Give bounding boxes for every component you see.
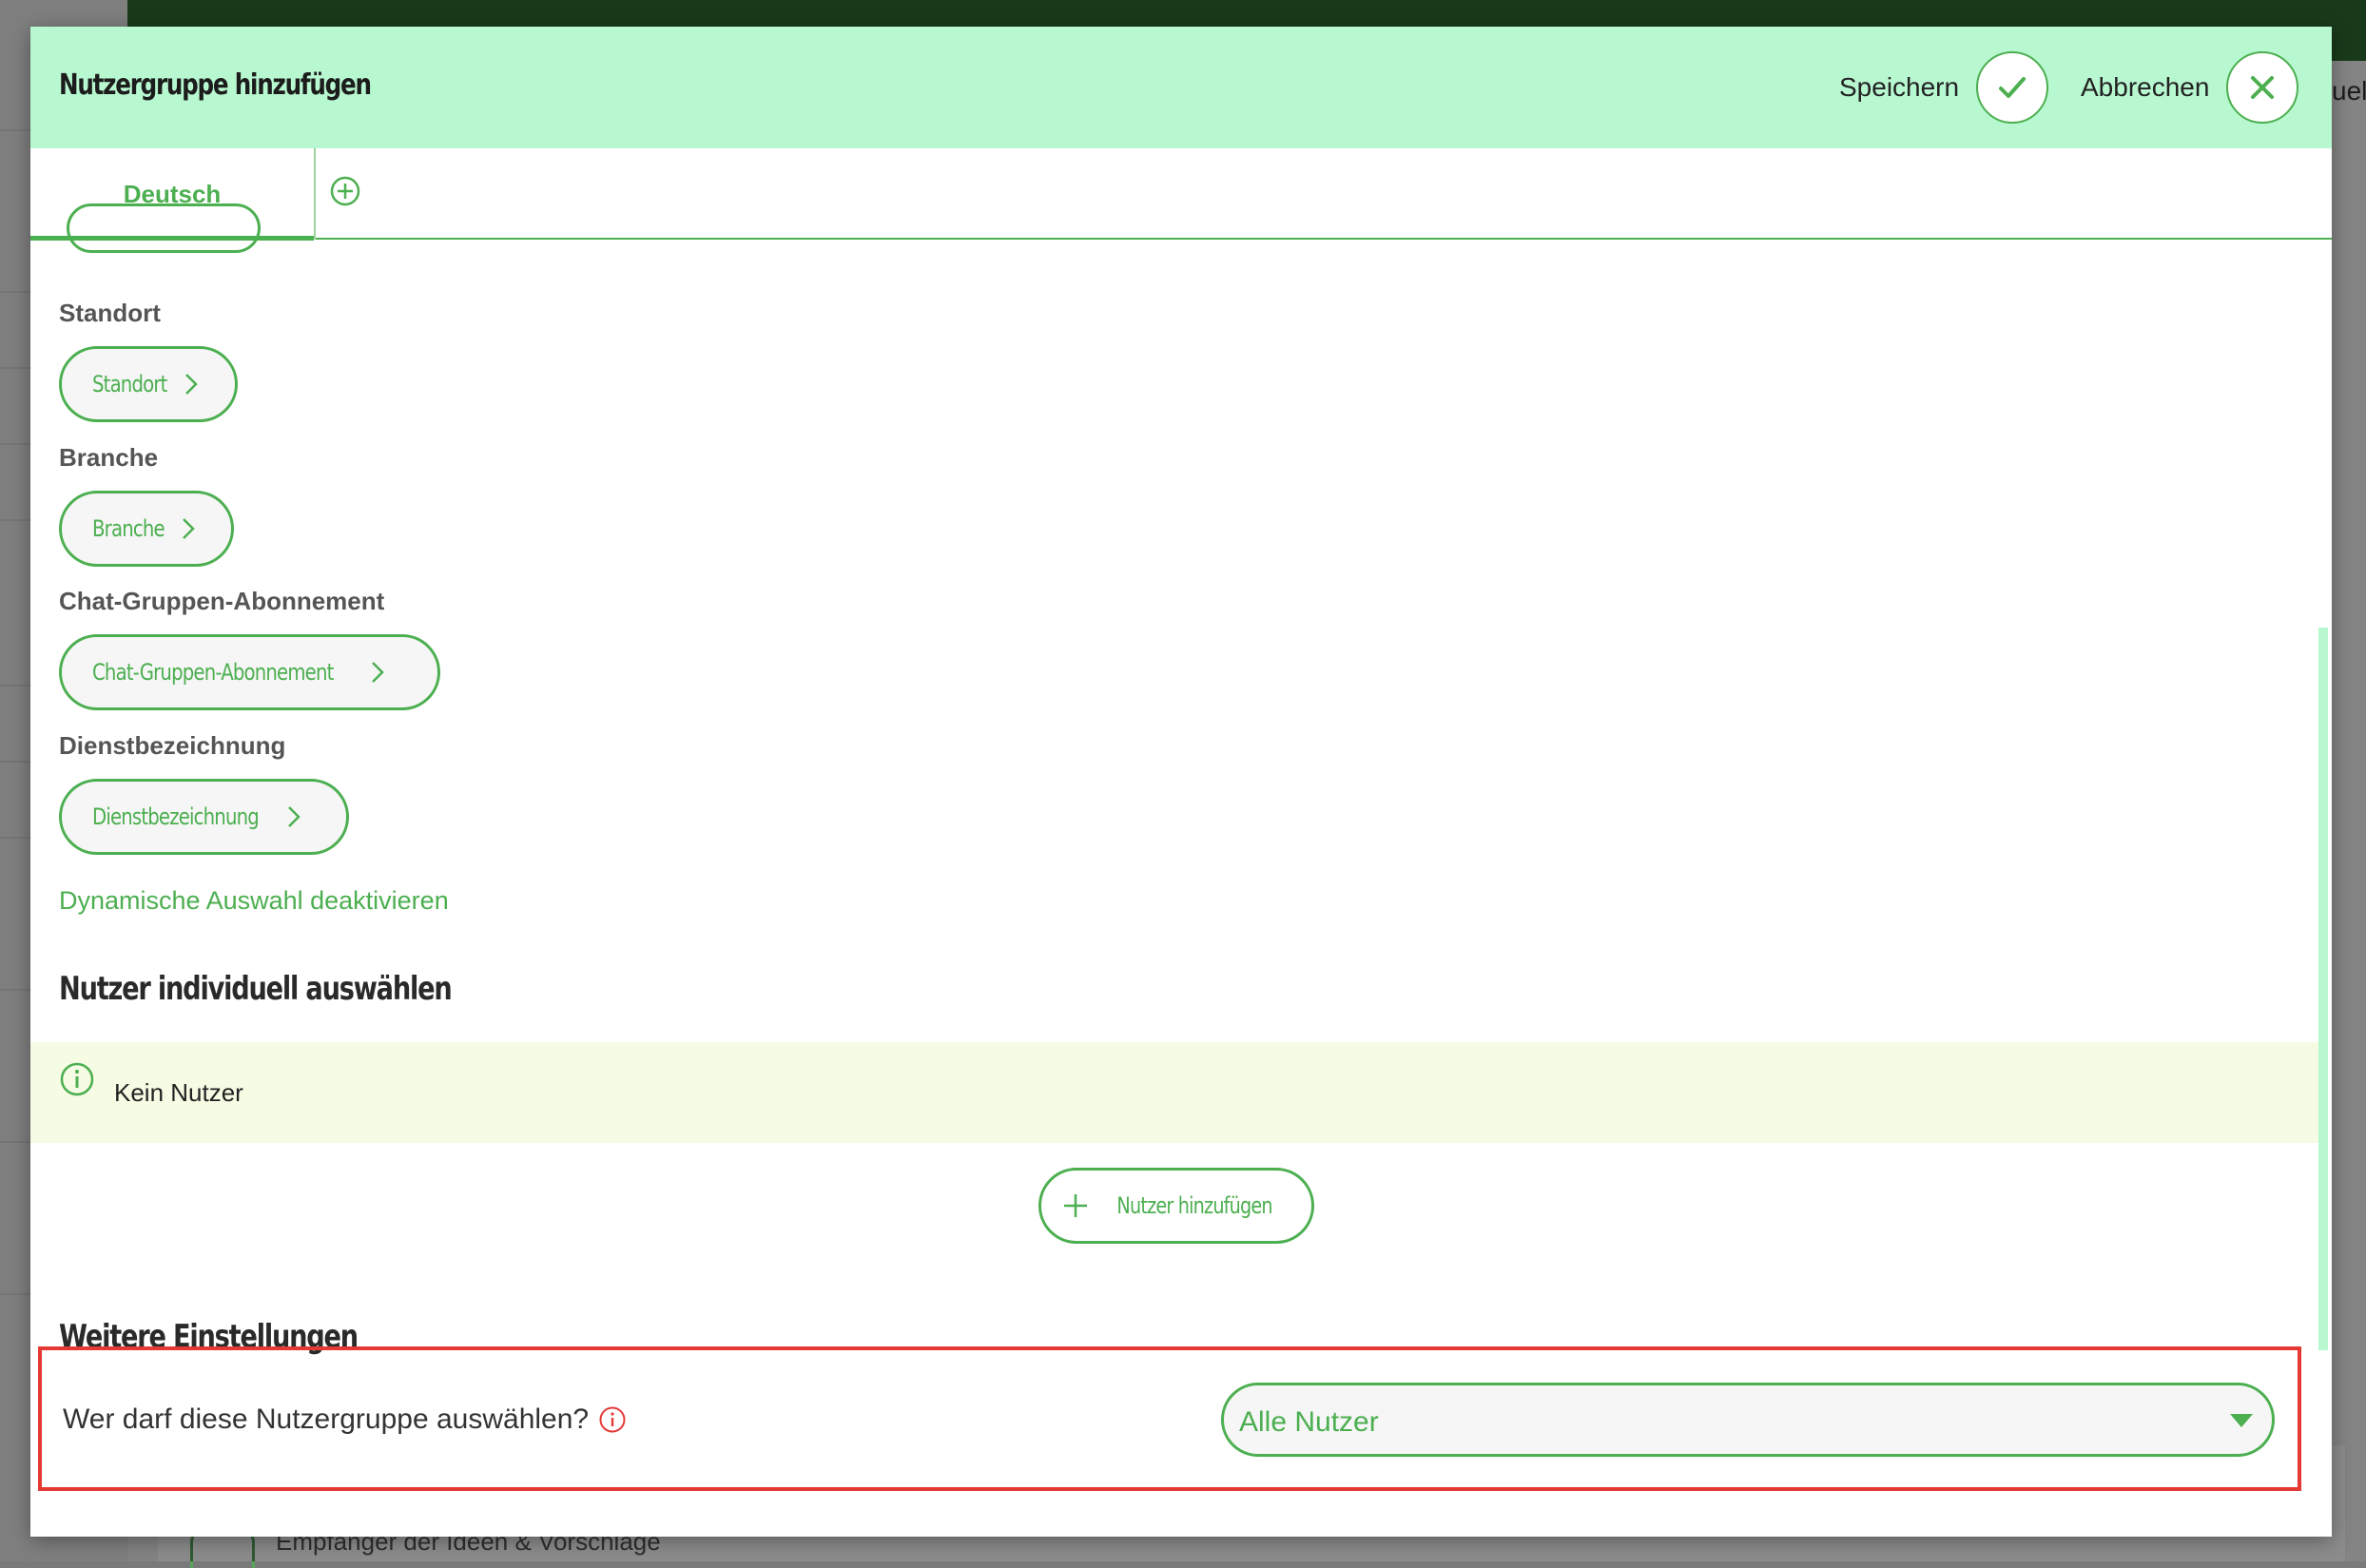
chevron-right-icon [288, 806, 301, 827]
dialog-header: Nutzergruppe hinzufügen Speichern Abbrec… [30, 27, 2332, 148]
tabs-divider [30, 238, 2332, 240]
plus-icon [1063, 1194, 1087, 1217]
dialog-scrollbar[interactable] [2318, 628, 2328, 1350]
cancel-button[interactable] [2226, 51, 2299, 124]
dienstbezeichnung-button[interactable]: Dienstbezeichnung [59, 779, 350, 855]
dropdown-selected-value: Alle Nutzer [1239, 1406, 1379, 1438]
field-label-standort: Standort [59, 299, 161, 327]
empty-users-notice: Kein Nutzer [30, 1042, 2318, 1143]
dienstbezeichnung-button-label: Dienstbezeichnung [92, 803, 260, 830]
close-icon [2251, 76, 2275, 99]
who-may-select-label: Wer darf diese Nutzergruppe auswählen? [63, 1403, 627, 1436]
info-icon [60, 1062, 94, 1096]
dialog-title: Nutzergruppe hinzufügen [59, 68, 372, 102]
individual-users-title: Nutzer individuell auswählen [59, 970, 453, 1008]
plus-circle-icon[interactable] [329, 175, 361, 207]
empty-users-text: Kein Nutzer [114, 1078, 243, 1107]
dialog-content: Standort Standort Branche Branche Chat-G… [30, 203, 2332, 1537]
highlighted-setting-row: Wer darf diese Nutzergruppe auswählen? A… [38, 1346, 2301, 1491]
chat-gruppen-button-label: Chat-Gruppen-Abonnement [92, 659, 334, 686]
cancel-action[interactable]: Abbrechen [2081, 49, 2299, 126]
partial-filter-button[interactable] [67, 203, 261, 253]
standort-button[interactable]: Standort [59, 346, 238, 422]
info-icon[interactable] [598, 1405, 627, 1434]
who-may-select-dropdown[interactable]: Alle Nutzer [1221, 1383, 2275, 1457]
add-user-button-label: Nutzer hinzufügen [1116, 1192, 1272, 1219]
add-user-button[interactable]: Nutzer hinzufügen [1038, 1168, 1314, 1244]
chevron-right-icon [185, 374, 198, 395]
save-label[interactable]: Speichern [1839, 72, 1959, 103]
chevron-right-icon [183, 518, 195, 539]
branche-button-label: Branche [92, 515, 165, 542]
save-button[interactable] [1976, 51, 2049, 124]
chat-gruppen-button[interactable]: Chat-Gruppen-Abonnement [59, 634, 441, 710]
cancel-label[interactable]: Abbrechen [2081, 72, 2209, 103]
who-may-select-text: Wer darf diese Nutzergruppe auswählen? [63, 1403, 590, 1435]
dropdown-caret-icon [2230, 1414, 2253, 1427]
field-label-branche: Branche [59, 443, 159, 472]
branche-button[interactable]: Branche [59, 491, 235, 567]
field-label-chat-gruppen: Chat-Gruppen-Abonnement [59, 587, 385, 615]
field-label-dienstbezeichnung: Dienstbezeichnung [59, 731, 286, 760]
deactivate-dynamic-selection-link[interactable]: Dynamische Auswahl deaktivieren [59, 886, 449, 916]
save-action[interactable]: Speichern [1839, 49, 2049, 126]
checkmark-icon [1999, 77, 2027, 98]
chevron-right-icon [372, 662, 385, 683]
add-user-group-dialog: Nutzergruppe hinzufügen Speichern Abbrec… [30, 27, 2332, 1537]
standort-button-label: Standort [92, 371, 167, 397]
